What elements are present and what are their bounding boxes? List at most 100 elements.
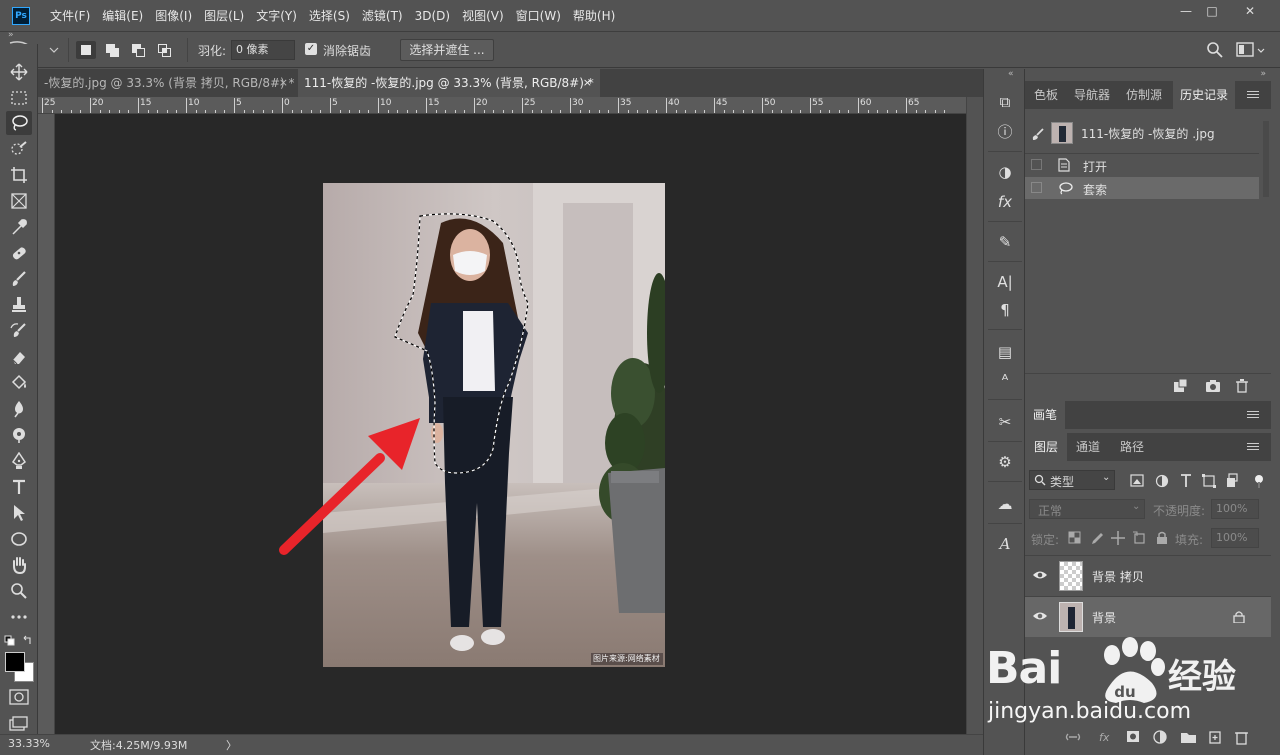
new-document-from-state-icon[interactable]: [1173, 379, 1187, 393]
zoom-level[interactable]: 33.33%: [8, 737, 50, 750]
clone-stamp-tool-icon[interactable]: [6, 293, 32, 317]
history-brush-tool-icon[interactable]: [6, 319, 32, 343]
zoom-tool-icon[interactable]: [6, 579, 32, 603]
dodge-tool-icon[interactable]: [6, 423, 32, 447]
layer-filter-icons[interactable]: [1129, 473, 1269, 489]
eye-visibility-icon[interactable]: [1032, 610, 1048, 622]
hand-tool-icon[interactable]: [6, 553, 32, 577]
lock-options-icons[interactable]: [1067, 530, 1177, 546]
tab-swatches[interactable]: 色板: [1025, 81, 1067, 109]
camera-snapshot-icon[interactable]: [1205, 379, 1221, 393]
glyphs-panel-icon[interactable]: A: [994, 533, 1016, 555]
brush-tool-icon[interactable]: [6, 267, 32, 291]
screen-mode-icon[interactable]: [9, 716, 29, 732]
move-tool-icon[interactable]: [6, 60, 32, 84]
tab-clone-source[interactable]: 仿制源: [1117, 81, 1171, 109]
intersect-selection-icon[interactable]: [155, 41, 175, 59]
menu-window[interactable]: 窗口(W): [510, 0, 567, 32]
eye-visibility-icon[interactable]: [1032, 569, 1048, 581]
tab-close-icon[interactable]: ×: [583, 69, 592, 97]
paragraph-styles-panel-icon[interactable]: ▤: [994, 341, 1016, 363]
lasso-tool-icon[interactable]: [6, 111, 32, 135]
adjustments-panel-icon[interactable]: ◑: [994, 161, 1016, 183]
menu-help[interactable]: 帮助(H): [567, 0, 621, 32]
add-to-selection-icon[interactable]: [103, 41, 123, 59]
new-selection-icon[interactable]: [76, 41, 96, 59]
delete-state-icon[interactable]: [1235, 379, 1249, 393]
antialias-checkbox[interactable]: ✓: [305, 43, 317, 55]
collapse-panels-icon[interactable]: «: [1008, 69, 1014, 79]
document-tab[interactable]: -恢复的.jpg @ 33.3% (背景 拷贝, RGB/8#) * ×: [38, 69, 296, 97]
collapse-dock-icon[interactable]: »: [1260, 69, 1266, 79]
tab-navigator[interactable]: 导航器: [1067, 81, 1117, 109]
subtract-from-selection-icon[interactable]: [129, 41, 149, 59]
quick-selection-tool-icon[interactable]: [6, 137, 32, 161]
collapse-toolbar-icon[interactable]: »: [8, 30, 14, 40]
history-brush-source-icon[interactable]: [1031, 127, 1045, 141]
quick-mask-icon[interactable]: [9, 689, 29, 705]
brush-settings-panel-icon[interactable]: ✎: [994, 231, 1016, 253]
select-and-mask-button[interactable]: 选择并遮住 ...: [400, 39, 494, 61]
menu-file[interactable]: 文件(F): [44, 0, 96, 32]
healing-brush-tool-icon[interactable]: [6, 241, 32, 265]
menu-filter[interactable]: 滤镜(T): [356, 0, 409, 32]
properties-panel-icon[interactable]: ⚙: [994, 451, 1016, 473]
paragraph-panel-icon[interactable]: ¶: [994, 299, 1016, 321]
panel-menu-icon[interactable]: [1247, 91, 1259, 101]
styles-panel-icon[interactable]: fx: [994, 191, 1016, 213]
history-item-selected[interactable]: 套索: [1025, 177, 1259, 199]
menu-3d[interactable]: 3D(D): [409, 0, 456, 32]
paint-bucket-tool-icon[interactable]: [6, 371, 32, 395]
blur-tool-icon[interactable]: [6, 397, 32, 421]
more-tools-icon[interactable]: [6, 605, 32, 629]
marquee-tool-icon[interactable]: [6, 86, 32, 110]
minimize-button[interactable]: —: [1173, 4, 1199, 20]
tab-layers[interactable]: 图层: [1025, 433, 1067, 461]
fill-input[interactable]: 100%: [1211, 528, 1259, 548]
tab-channels[interactable]: 通道: [1067, 433, 1109, 461]
info-panel-icon[interactable]: ⓘ: [994, 121, 1016, 143]
tab-history[interactable]: 历史记录: [1173, 81, 1235, 109]
layer-row[interactable]: 背景 拷贝: [1025, 556, 1271, 596]
document-tab-active[interactable]: 111-恢复的 -恢复的.jpg @ 33.3% (背景, RGB/8#) * …: [298, 69, 600, 97]
default-colors-icon[interactable]: [4, 634, 34, 648]
pen-tool-icon[interactable]: [6, 449, 32, 473]
tab-brushes[interactable]: 画笔: [1025, 401, 1065, 429]
type-tool-icon[interactable]: [6, 475, 32, 499]
eyedropper-tool-icon[interactable]: [6, 215, 32, 239]
blend-mode-select[interactable]: 正常 ⌄: [1029, 499, 1145, 519]
layer-name[interactable]: 背景 拷贝: [1092, 568, 1144, 585]
workspace-switcher-icon[interactable]: [1236, 41, 1268, 59]
3d-panel-icon[interactable]: ⧉: [994, 91, 1016, 113]
layer-filter-select[interactable]: 类型 ⌄: [1029, 470, 1115, 490]
history-item[interactable]: 打开: [1025, 154, 1259, 176]
menu-layer[interactable]: 图层(L): [198, 0, 250, 32]
search-icon[interactable]: [1206, 41, 1224, 59]
path-selection-tool-icon[interactable]: [6, 501, 32, 525]
layer-name[interactable]: 背景: [1092, 609, 1116, 626]
close-window-button[interactable]: ✕: [1237, 4, 1263, 20]
ellipse-tool-icon[interactable]: [6, 527, 32, 551]
character-panel-icon[interactable]: A|: [994, 271, 1016, 293]
menu-view[interactable]: 视图(V): [456, 0, 510, 32]
libraries-panel-icon[interactable]: ☁: [994, 493, 1016, 515]
foreground-color-swatch[interactable]: [5, 652, 25, 672]
status-menu-arrow[interactable]: 〉: [226, 737, 237, 753]
feather-input[interactable]: 0 像素: [231, 40, 295, 60]
menu-image[interactable]: 图像(I): [149, 0, 198, 32]
opacity-input[interactable]: 100%: [1211, 499, 1259, 519]
menu-edit[interactable]: 编辑(E): [96, 0, 149, 32]
history-snapshot[interactable]: 111-恢复的 -恢复的 .jpg: [1025, 117, 1259, 151]
crop-tool-icon[interactable]: [6, 163, 32, 187]
tab-paths[interactable]: 路径: [1111, 433, 1153, 461]
eraser-tool-icon[interactable]: [6, 345, 32, 369]
history-scrollbar[interactable]: [1263, 121, 1269, 197]
frame-tool-icon[interactable]: [6, 189, 32, 213]
menu-type[interactable]: 文字(Y): [250, 0, 303, 32]
maximize-button[interactable]: □: [1199, 4, 1225, 20]
tool-presets-panel-icon[interactable]: ✂: [994, 411, 1016, 433]
panel-menu-icon[interactable]: [1247, 411, 1259, 421]
character-styles-panel-icon[interactable]: ᴬ: [994, 369, 1016, 391]
menu-select[interactable]: 选择(S): [303, 0, 356, 32]
panel-menu-icon[interactable]: [1247, 443, 1259, 453]
